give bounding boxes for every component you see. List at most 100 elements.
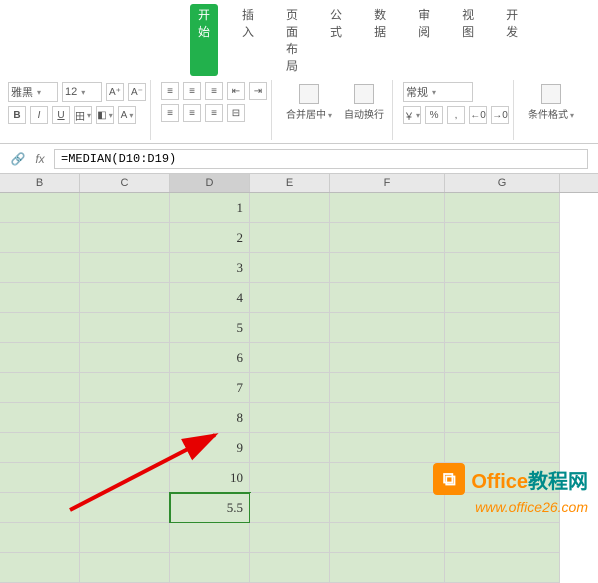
cell[interactable] [445,223,560,253]
cell[interactable] [445,553,560,583]
cell-D-5[interactable]: 5 [170,313,250,343]
cell[interactable] [250,523,330,553]
cell[interactable] [0,313,80,343]
cell[interactable] [330,343,445,373]
font-color-button[interactable]: A [118,106,136,124]
align-middle-button[interactable]: ≡ [183,82,201,100]
cell[interactable] [0,493,80,523]
tab-start[interactable]: 开始 [190,4,218,76]
cell[interactable] [0,373,80,403]
cell[interactable] [250,253,330,283]
cell[interactable] [445,373,560,403]
tab-view[interactable]: 视图 [454,4,482,76]
cell[interactable] [250,553,330,583]
col-header-D[interactable]: D [170,174,250,192]
cell-D-4[interactable]: 4 [170,283,250,313]
bold-button[interactable]: B [8,106,26,124]
spreadsheet-grid[interactable]: B C D E F G 1 2 3 4 5 6 7 8 9 10 5.5 [0,174,598,583]
cell[interactable] [80,553,170,583]
cell-D-11-selected[interactable]: 5.5 [170,493,250,523]
cell[interactable] [80,403,170,433]
col-header-E[interactable]: E [250,174,330,192]
cell-D-10[interactable]: 10 [170,463,250,493]
cell[interactable] [80,373,170,403]
fill-color-button[interactable]: ◧ [96,106,114,124]
font-increase-button[interactable]: A⁺ [106,83,124,101]
currency-button[interactable]: ￥ [403,106,421,124]
cell[interactable] [0,523,80,553]
cell-D-9[interactable]: 9 [170,433,250,463]
cell[interactable] [330,223,445,253]
cell[interactable] [250,313,330,343]
formula-input[interactable]: =MEDIAN(D10:D19) [54,149,588,169]
font-size-select[interactable]: 12 [62,82,102,102]
wrap-text-button[interactable]: 自动换行 [340,82,388,123]
merge-center-button[interactable]: 合并居中 [282,82,336,123]
cell[interactable] [330,403,445,433]
cell[interactable] [0,343,80,373]
cell-D-6[interactable]: 6 [170,343,250,373]
cell-D-3[interactable]: 3 [170,253,250,283]
cell[interactable] [80,523,170,553]
cell[interactable] [0,283,80,313]
cell[interactable] [0,253,80,283]
cell[interactable] [330,553,445,583]
decimal-decrease-button[interactable]: →0 [491,106,509,124]
cell[interactable] [445,403,560,433]
cell[interactable] [170,523,250,553]
indent-decrease-button[interactable]: ⇤ [227,82,245,100]
tab-pagelayout[interactable]: 页面布局 [278,4,306,76]
col-header-G[interactable]: G [445,174,560,192]
col-header-F[interactable]: F [330,174,445,192]
tab-insert[interactable]: 插入 [234,4,262,76]
col-header-C[interactable]: C [80,174,170,192]
cell[interactable] [330,283,445,313]
cell[interactable] [80,433,170,463]
cell[interactable] [170,553,250,583]
border-button[interactable]: 田 [74,106,92,124]
cell[interactable] [0,553,80,583]
cell[interactable] [0,403,80,433]
cell[interactable] [445,253,560,283]
cell[interactable] [80,343,170,373]
conditional-format-button[interactable]: 条件格式 [524,82,578,123]
cell[interactable] [80,313,170,343]
font-decrease-button[interactable]: A⁻ [128,83,146,101]
underline-button[interactable]: U [52,106,70,124]
cell[interactable] [0,193,80,223]
cell[interactable] [250,283,330,313]
cell[interactable] [80,253,170,283]
cell[interactable] [80,193,170,223]
cell[interactable] [330,463,445,493]
cell[interactable] [80,283,170,313]
cell[interactable] [250,493,330,523]
align-left-button[interactable]: ≡ [161,104,179,122]
cell[interactable] [330,253,445,283]
align-top-button[interactable]: ≡ [161,82,179,100]
cell[interactable] [330,373,445,403]
cell[interactable] [330,193,445,223]
cell[interactable] [250,403,330,433]
tab-data[interactable]: 数据 [366,4,394,76]
cell[interactable] [250,223,330,253]
cell[interactable] [445,343,560,373]
comma-button[interactable]: , [447,106,465,124]
cell[interactable] [250,343,330,373]
tab-review[interactable]: 审阅 [410,4,438,76]
cell[interactable] [250,373,330,403]
cell[interactable] [445,283,560,313]
cell-D-2[interactable]: 2 [170,223,250,253]
fx-icon[interactable]: fx [32,151,48,167]
font-name-select[interactable]: 雅黑 [8,82,58,102]
link-icon[interactable]: 🔗 [10,151,26,167]
cell[interactable] [250,433,330,463]
cell[interactable] [0,433,80,463]
cell[interactable] [80,493,170,523]
cell-D-7[interactable]: 7 [170,373,250,403]
tab-dev[interactable]: 开发 [498,4,526,76]
cell[interactable] [80,223,170,253]
cell[interactable] [445,313,560,343]
tab-formula[interactable]: 公式 [322,4,350,76]
align-center-button[interactable]: ≡ [183,104,201,122]
cell[interactable] [80,463,170,493]
